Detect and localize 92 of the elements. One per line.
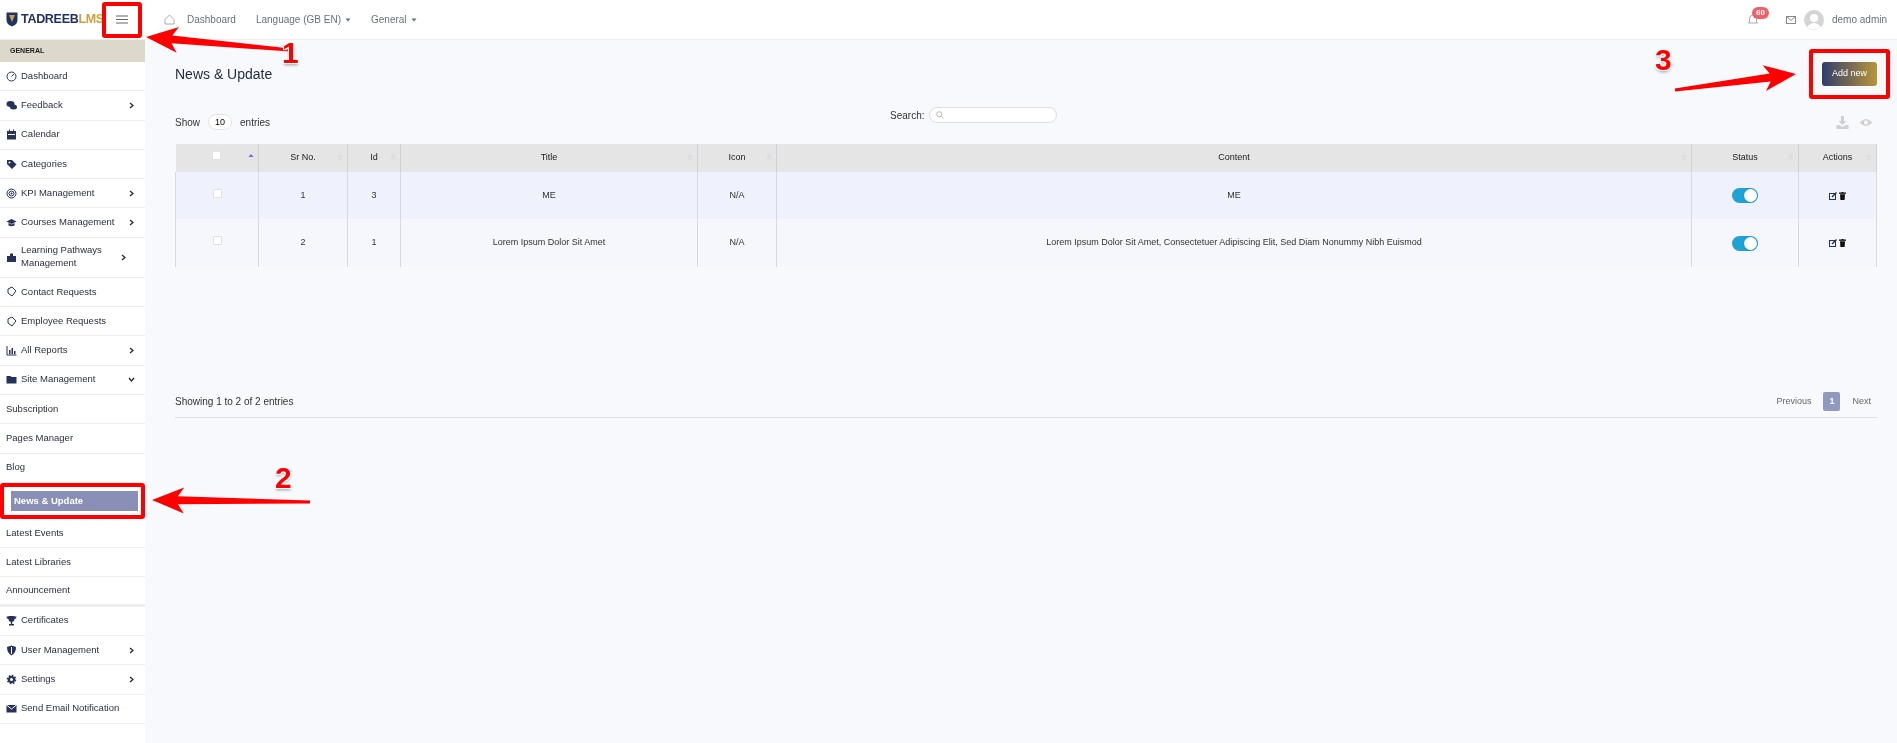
column-header[interactable]: Sr No.	[290, 152, 316, 163]
entries-info: Showing 1 to 2 of 2 entries	[175, 395, 294, 409]
column-header[interactable]: Title	[540, 152, 558, 163]
sidebar-item[interactable]: All Reports	[0, 336, 145, 366]
entries-select[interactable]: 10	[208, 114, 232, 130]
row-checkbox[interactable]	[212, 188, 222, 198]
calendar-icon	[6, 129, 17, 141]
pagination-button[interactable]: Next	[1846, 391, 1877, 412]
search-field[interactable]	[928, 107, 1057, 123]
sidebar-item[interactable]: Categories	[0, 149, 145, 180]
column-header[interactable]: Content	[1218, 152, 1250, 163]
shield-icon	[6, 644, 17, 656]
table-cell: Lorem Ipsum Dolor Sit Amet	[492, 237, 606, 248]
sidebar-item[interactable]: Certificates	[0, 606, 145, 637]
chevron-right-icon[interactable]	[128, 219, 135, 227]
sidebar-item[interactable]: Learning Pathways Management	[0, 237, 145, 278]
sidebar-item[interactable]: Calendar	[0, 120, 145, 150]
chevron-right-icon[interactable]	[128, 676, 135, 683]
trash-icon[interactable]	[1839, 239, 1846, 247]
chevron-right-icon[interactable]	[128, 646, 135, 654]
sidebar-item[interactable]: KPI Management	[0, 179, 145, 209]
chevron-down-icon[interactable]	[128, 376, 135, 384]
highlight-frame	[102, 1, 142, 38]
menu-icon	[116, 15, 128, 24]
sidebar-item[interactable]: Latest Events	[0, 518, 145, 549]
chevron-right-icon[interactable]	[128, 347, 135, 354]
sidebar-item[interactable]: Employee Requests	[0, 307, 145, 337]
toggle-switch[interactable]	[1732, 235, 1758, 251]
table-cell: 2	[300, 237, 306, 248]
sidebar-item[interactable]: Feedback	[0, 91, 145, 121]
home-icon[interactable]	[164, 14, 175, 25]
chevron-right-icon[interactable]	[128, 101, 135, 109]
search-icon	[935, 111, 944, 119]
sidebar-item[interactable]: Settings	[0, 665, 145, 695]
graduation-cap-icon	[6, 217, 17, 229]
folder-icon	[6, 374, 17, 386]
target-icon	[6, 187, 17, 199]
shield-logo-icon	[6, 12, 18, 27]
column-header[interactable]: Icon	[728, 152, 746, 163]
sidebar-item[interactable]: Subscription	[0, 394, 145, 425]
sidebar-item[interactable]: Courses Management	[0, 208, 145, 238]
annotation-number: 3	[1655, 45, 1672, 75]
bell-icon[interactable]	[1747, 14, 1758, 25]
table-cell: N/A	[729, 189, 745, 200]
trash-icon[interactable]	[1839, 191, 1846, 200]
sidebar-item[interactable]: Dashboard	[0, 62, 145, 92]
trophy-icon	[6, 615, 17, 627]
sidebar-item[interactable]: Announcement	[0, 577, 145, 607]
table-cell: 1	[371, 237, 377, 248]
annotation-number: 1	[282, 38, 299, 68]
entries-label: entries	[240, 115, 271, 130]
tag-icon	[6, 158, 17, 170]
column-header[interactable]: Status	[1732, 152, 1758, 163]
envelope-icon	[6, 703, 17, 715]
chevron-right-icon[interactable]	[120, 253, 127, 261]
dropdown-toggle-link[interactable]: Language (GB EN)	[255, 12, 341, 27]
toggle-switch[interactable]	[1732, 188, 1758, 203]
table-cell: 1	[300, 189, 306, 200]
chat-icon	[6, 99, 17, 111]
sidebar-item[interactable]: Pages Manager	[0, 424, 145, 454]
table-cell: Lorem Ipsum Dolor Sit Amet, Consectetuer Adipiscing Elit, Sed Diam Nonummy Nibh Euismod	[1046, 237, 1422, 248]
sidebar-item[interactable]: Latest Libraries	[0, 548, 145, 578]
settings-icon	[6, 674, 17, 685]
sidebar-item[interactable]: Contact Requests	[0, 277, 145, 308]
sidebar-item[interactable]: Send Email Notification	[0, 694, 145, 724]
pagination-button[interactable]: Previous	[1770, 391, 1818, 412]
gauge-icon	[6, 70, 17, 82]
notification-badge: 60	[1751, 7, 1769, 19]
add-new-button[interactable]: Add new	[1821, 62, 1877, 86]
page-title: News & Update	[175, 65, 273, 83]
sidebar-item[interactable]: User Management	[0, 636, 145, 666]
edit-icon[interactable]	[1829, 239, 1837, 247]
column-header[interactable]: Actions	[1822, 152, 1853, 163]
search-label: Search:	[890, 108, 925, 123]
dropdown-toggle-link[interactable]: General	[371, 12, 407, 27]
annotation-number: 2	[275, 463, 292, 493]
table-cell: 3	[371, 189, 377, 200]
nav-link[interactable]: Dashboard	[187, 12, 236, 27]
table-cell: N/A	[729, 237, 745, 248]
chevron-right-icon[interactable]	[128, 189, 135, 197]
select-all-checkbox[interactable]	[212, 151, 222, 161]
sidebar-item[interactable]: Blog	[0, 453, 145, 483]
mail-icon[interactable]	[1785, 15, 1796, 24]
user-name[interactable]: demo admin	[1831, 12, 1887, 27]
bar-chart-icon	[6, 345, 17, 356]
edit-icon[interactable]	[1829, 191, 1837, 200]
column-header[interactable]: Id	[370, 152, 378, 163]
show-label: Show	[175, 115, 200, 130]
table-cell: ME	[1227, 189, 1241, 200]
row-checkbox[interactable]	[212, 236, 222, 246]
table-cell: ME	[542, 189, 556, 200]
sidebar-item[interactable]: Site Management	[0, 365, 145, 395]
